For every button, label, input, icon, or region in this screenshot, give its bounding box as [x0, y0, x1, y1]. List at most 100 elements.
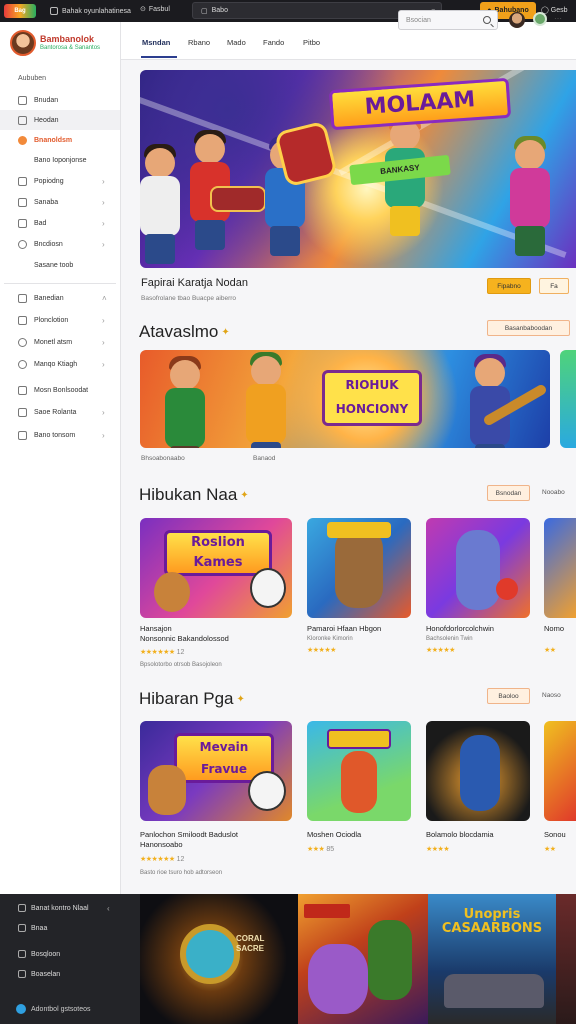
game-card[interactable]	[426, 518, 530, 618]
sidebar-item-more[interactable]: Sasane toob	[0, 255, 120, 275]
game-card-sub: Kloronke Kimorin	[307, 636, 353, 642]
hero-banner[interactable]: MOLAAM BANKASY	[140, 70, 576, 268]
footer-item[interactable]: Bnaa	[18, 924, 47, 932]
hero-primary-button[interactable]: Fipabno	[487, 278, 531, 294]
browser-tab[interactable]: Bahak oyunlahatinesa	[50, 7, 131, 15]
hero-secondary-button[interactable]: Fa	[539, 278, 569, 294]
card-character	[154, 572, 190, 612]
tile-creature	[308, 944, 368, 1014]
avatar[interactable]	[509, 12, 525, 28]
library-icon	[18, 293, 27, 303]
sidebar-item-label: Heodan	[34, 116, 59, 124]
sidebar-item-label: Mosn Bonlsoodat	[34, 386, 89, 394]
game-card[interactable]	[544, 721, 576, 821]
chevron-left-icon[interactable]: ‹	[107, 904, 110, 913]
section-more-link[interactable]: Nooabo	[542, 489, 565, 496]
game-card-title[interactable]: Moshen Ociodla	[307, 830, 417, 840]
game-card[interactable]	[426, 721, 530, 821]
section-view-all-button[interactable]: Basanbaboodan	[487, 320, 570, 336]
sidebar-item-news[interactable]: Mosn Bonlsoodat	[0, 380, 120, 400]
sidebar-item-label: Bncdiosn	[34, 240, 63, 248]
hero-game-logo: MOLAAM	[328, 77, 512, 131]
game-card-title[interactable]: Honofdorlorcolchwin	[426, 624, 536, 634]
sidebar-item-friends[interactable]: Manqo Ktiagh ›	[0, 354, 120, 374]
game-card-meta: Bpsolotorbo otrsob Basojoleon	[140, 662, 222, 668]
card-prop	[496, 578, 518, 600]
chevron-right-icon: ›	[102, 218, 105, 228]
rating-stars-glyphs: ★★★★★★	[140, 856, 175, 863]
top-user-menu[interactable]: ◯ Gesb	[541, 6, 568, 14]
chevron-up-icon: ˄	[102, 293, 107, 303]
sidebar-item-settings[interactable]: Bano tonsom ›	[0, 425, 120, 445]
footer-item[interactable]: Banat kontro Nlaal	[18, 904, 89, 912]
sidebar-item-location[interactable]: Bncdiosn ›	[0, 234, 120, 254]
sidebar-item-games[interactable]: Heodan	[0, 110, 120, 130]
status-avatar[interactable]	[533, 12, 547, 26]
section-title-popular: Hibaran Pga ✦	[139, 689, 245, 709]
card-character	[341, 751, 377, 813]
footer-item[interactable]: Boaselan	[18, 970, 60, 978]
sidebar-item-label: Bad	[34, 219, 47, 227]
app-logo[interactable]: Bag	[4, 4, 36, 18]
section-view-all-button[interactable]: Bsnodan	[487, 485, 530, 501]
game-card-title[interactable]: Nomo	[544, 624, 576, 634]
rating-count: 85	[326, 846, 335, 853]
footer-game-tile[interactable]	[298, 894, 428, 1024]
featured-banner-next[interactable]	[560, 350, 576, 448]
tab-pitbo[interactable]: Pitbo	[303, 38, 320, 47]
hero-character	[140, 144, 180, 268]
section-title-text: Atavaslmo	[139, 322, 219, 341]
section-more-link[interactable]: Naoso	[542, 692, 561, 699]
game-card[interactable]: Mevain Fravue	[140, 721, 292, 821]
game-card-title[interactable]: Hansajon Nonsonnic Bakandolossod	[140, 624, 290, 644]
sidebar-item-label: Bano tonsom	[34, 431, 76, 439]
brand[interactable]: Bambanolok Bantorosa & Sanantos	[10, 30, 100, 56]
browser-tab-2[interactable]: ⊙ Fasbul	[140, 5, 170, 14]
card-character	[335, 528, 383, 608]
tab-mado[interactable]: Mado	[227, 38, 246, 47]
card-character	[248, 771, 286, 811]
section-view-all-button[interactable]: Baoloo	[487, 688, 530, 704]
sidebar-item-monetization[interactable]: Monetl atsm ›	[0, 332, 120, 352]
sidebar-item-label: Banedian	[34, 294, 64, 302]
hero-title[interactable]: Fapirai Karatja Nodan	[141, 277, 248, 289]
sidebar-item-search[interactable]: Sanaba ›	[0, 192, 120, 212]
footer-bottom-link[interactable]: Adontbol gstsoteos	[16, 1004, 91, 1014]
home-icon	[18, 924, 26, 932]
section-title-text: Hibukan Naa	[139, 485, 238, 504]
game-card[interactable]	[307, 721, 411, 821]
footer-game-tile[interactable]: Unopris CASAARBONS	[428, 894, 556, 1024]
tab-rbano[interactable]: Rbano	[188, 38, 210, 47]
sidebar-item-sub[interactable]: Bano Ioponjonse	[0, 150, 120, 170]
search-icon[interactable]	[483, 16, 491, 24]
game-card-title[interactable]: Pamaroi Hfaan Hbgon	[307, 624, 417, 634]
rating-stars: ★★★★★★ 12	[140, 648, 184, 656]
sidebar-item-popular[interactable]: Popiodng ›	[0, 171, 120, 191]
sidebar-item-store[interactable]: Saoe Rolanta ›	[0, 402, 120, 422]
game-card[interactable]	[544, 518, 576, 618]
game-card[interactable]	[307, 518, 411, 618]
footer-game-tile[interactable]: CORAL SACRE	[140, 894, 298, 1024]
rating-stars: ★★★★★	[426, 647, 455, 654]
sidebar-item-library[interactable]: Banedian ˄	[0, 288, 120, 308]
rating-stars: ★★★★★	[307, 647, 336, 654]
game-card-title[interactable]: Bolamolo blocdamia	[426, 830, 536, 840]
game-card-title[interactable]: Panlochon Smiloodt Baduslot Hanonsoabo	[140, 830, 290, 850]
game-card[interactable]: Roslion Kames	[140, 518, 292, 618]
footer-item[interactable]: Bosqloon	[18, 950, 60, 958]
rating-count: 12	[176, 856, 185, 863]
sidebar-item-bad[interactable]: Bad ›	[0, 213, 120, 233]
featured-banner[interactable]: RIOHUK HONCIONY	[140, 350, 550, 448]
tab-fando[interactable]: Fando	[263, 38, 284, 47]
search-input[interactable]: Bsocian	[398, 10, 498, 30]
menu-dots-icon[interactable]: ⋯	[554, 14, 562, 23]
game-card-title[interactable]: Sonou	[544, 830, 576, 840]
sidebar-item-home[interactable]: Bnudan	[0, 90, 120, 110]
sidebar-item-promotion[interactable]: Plonclotion ›	[0, 310, 120, 330]
tab-home[interactable]: Msndan	[142, 38, 170, 47]
card-character	[250, 568, 286, 608]
footer-game-tile[interactable]	[556, 894, 576, 1024]
sidebar-item-label: Sanaba	[34, 198, 59, 206]
home-icon	[18, 95, 27, 105]
sidebar-item-featured[interactable]: Bnanoldsm	[0, 130, 120, 150]
